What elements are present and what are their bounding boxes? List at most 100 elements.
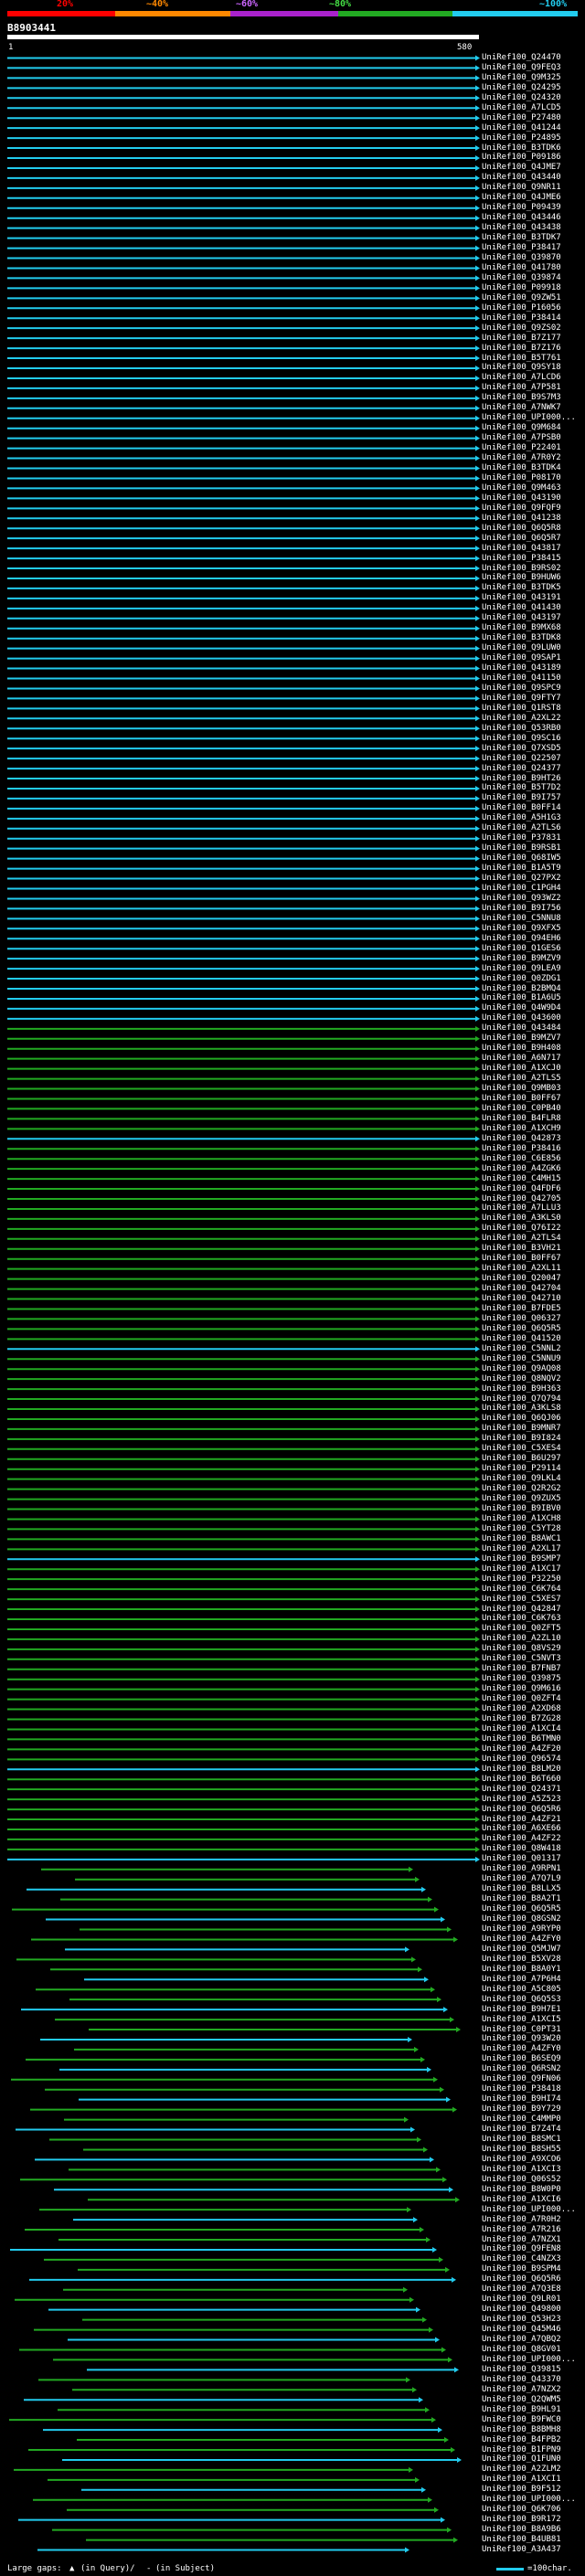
hit-label[interactable]: UniRef100_P16056 — [482, 303, 561, 313]
hit-label[interactable]: UniRef100_Q41150 — [482, 674, 561, 683]
hit-label[interactable]: UniRef100_A7NWK7 — [482, 404, 561, 412]
hit-label[interactable]: UniRef100_A2TLS6 — [482, 824, 561, 832]
hit-label[interactable]: UniRef100_B3TDK7 — [482, 234, 561, 242]
hit-label[interactable]: UniRef100_A9XCO6 — [482, 2155, 561, 2164]
hit-label[interactable]: UniRef100_A4ZF22 — [482, 1835, 561, 1843]
hit-label[interactable]: UniRef100_Q6Q5R7 — [482, 534, 561, 543]
hit-label[interactable]: UniRef100_P29114 — [482, 1465, 561, 1473]
hit-label[interactable]: UniRef100_A7R0Y2 — [482, 454, 561, 462]
hit-label[interactable]: UniRef100_Q7XSD5 — [482, 744, 561, 753]
hit-label[interactable]: UniRef100_B9HL91 — [482, 2405, 561, 2414]
hit-label[interactable]: UniRef100_Q4JME6 — [482, 194, 561, 202]
hit-label[interactable]: UniRef100_Q43440 — [482, 174, 561, 182]
hit-label[interactable]: UniRef100_Q5MJW7 — [482, 1945, 561, 1954]
hit-label[interactable]: UniRef100_C4MMP0 — [482, 2115, 561, 2124]
hit-label[interactable]: UniRef100_Q43438 — [482, 224, 561, 232]
hit-label[interactable]: UniRef100_UPI000... — [482, 2205, 576, 2214]
hit-label[interactable]: UniRef100_B7Z177 — [482, 334, 561, 343]
hit-label[interactable]: UniRef100_B3TDK8 — [482, 634, 561, 642]
hit-label[interactable]: UniRef100_C0PT31 — [482, 2025, 561, 2034]
hit-label[interactable]: UniRef100_Q24371 — [482, 1785, 561, 1794]
hit-label[interactable]: UniRef100_A4ZF20 — [482, 1744, 561, 1754]
hit-label[interactable]: UniRef100_Q6Q5R8 — [482, 524, 561, 533]
hit-label[interactable]: UniRef100_A2ZL10 — [482, 1635, 561, 1643]
hit-label[interactable]: UniRef100_Q22507 — [482, 754, 561, 763]
hit-label[interactable]: UniRef100_Q24320 — [482, 93, 561, 102]
hit-label[interactable]: UniRef100_Q6Q5R6 — [482, 1805, 561, 1814]
hit-label[interactable]: UniRef100_Q9LKL4 — [482, 1475, 561, 1483]
hit-label[interactable]: UniRef100_Q42847 — [482, 1605, 561, 1614]
hit-label[interactable]: UniRef100_Q24377 — [482, 764, 561, 773]
hit-label[interactable]: UniRef100_Q9FN06 — [482, 2075, 561, 2083]
hit-label[interactable]: UniRef100_Q8NQV2 — [482, 1374, 561, 1383]
hit-label[interactable]: UniRef100_B8AWC1 — [482, 1534, 561, 1543]
hit-label[interactable]: UniRef100_A1XCH9 — [482, 1124, 561, 1133]
hit-label[interactable]: UniRef100_B7FNB7 — [482, 1665, 561, 1673]
hit-label[interactable]: UniRef100_UPI000... — [482, 2355, 576, 2364]
hit-label[interactable]: UniRef100_Q93WZ2 — [482, 894, 561, 903]
hit-label[interactable]: UniRef100_A7R216 — [482, 2225, 561, 2234]
hit-label[interactable]: UniRef100_Q9NR11 — [482, 184, 561, 192]
hit-label[interactable]: UniRef100_A2ZLM2 — [482, 2465, 561, 2474]
hit-label[interactable]: UniRef100_Q43817 — [482, 544, 561, 553]
hit-label[interactable]: UniRef100_A7PSB0 — [482, 434, 561, 442]
hit-label[interactable]: UniRef100_B9I756 — [482, 904, 561, 913]
hit-label[interactable]: UniRef100_C5NVT3 — [482, 1655, 561, 1663]
hit-label[interactable]: UniRef100_C5YT28 — [482, 1524, 561, 1533]
hit-label[interactable]: UniRef100_B5T7D2 — [482, 784, 561, 792]
hit-label[interactable]: UniRef100_Q0ZDG1 — [482, 974, 561, 983]
hit-label[interactable]: UniRef100_B9MX68 — [482, 624, 561, 632]
hit-label[interactable]: UniRef100_P38415 — [482, 554, 561, 563]
hit-label[interactable]: UniRef100_B9RSB1 — [482, 844, 561, 853]
hit-label[interactable]: UniRef100_Q43446 — [482, 214, 561, 222]
hit-label[interactable]: UniRef100_A6XE66 — [482, 1825, 561, 1833]
hit-label[interactable]: UniRef100_UPI000... — [482, 2496, 576, 2504]
hit-label[interactable]: UniRef100_Q42705 — [482, 1194, 561, 1203]
hit-label[interactable]: UniRef100_B9MNR7 — [482, 1425, 561, 1433]
hit-label[interactable]: UniRef100_Q94EH6 — [482, 934, 561, 943]
hit-label[interactable]: UniRef100_A7P581 — [482, 384, 561, 392]
hit-label[interactable]: UniRef100_P27480 — [482, 113, 561, 122]
hit-label[interactable]: UniRef100_Q9FQF9 — [482, 504, 561, 513]
hit-label[interactable]: UniRef100_Q8W418 — [482, 1845, 561, 1853]
hit-label[interactable]: UniRef100_C6E856 — [482, 1154, 561, 1163]
hit-label[interactable]: UniRef100_B5T761 — [482, 354, 561, 363]
hit-label[interactable]: UniRef100_Q8VS29 — [482, 1645, 561, 1653]
hit-label[interactable]: UniRef100_B9HUW6 — [482, 574, 561, 582]
hit-label[interactable]: UniRef100_B5XV28 — [482, 1955, 561, 1964]
hit-label[interactable]: UniRef100_A7NZX2 — [482, 2385, 561, 2394]
hit-label[interactable]: UniRef100_C5XES4 — [482, 1445, 561, 1453]
hit-label[interactable]: UniRef100_B0FF67 — [482, 1255, 561, 1263]
hit-label[interactable]: UniRef100_B9H408 — [482, 1044, 561, 1053]
hit-label[interactable]: UniRef100_Q4JME7 — [482, 164, 561, 172]
hit-label[interactable]: UniRef100_Q9LUW0 — [482, 644, 561, 652]
hit-label[interactable]: UniRef100_P32250 — [482, 1574, 561, 1584]
hit-label[interactable]: UniRef100_B9MZV7 — [482, 1034, 561, 1043]
hit-label[interactable]: UniRef100_A3KLS8 — [482, 1405, 561, 1413]
hit-label[interactable]: UniRef100_C5NNU9 — [482, 1354, 561, 1363]
hit-label[interactable]: UniRef100_Q0ZFT5 — [482, 1625, 561, 1633]
hit-label[interactable]: UniRef100_A7LLU3 — [482, 1204, 561, 1213]
hit-label[interactable]: UniRef100_B9I824 — [482, 1435, 561, 1443]
hit-label[interactable]: UniRef100_A7Q3E8 — [482, 2285, 561, 2294]
hit-label[interactable]: UniRef100_Q9M463 — [482, 483, 561, 493]
hit-label[interactable]: UniRef100_B1FPN9 — [482, 2445, 561, 2454]
hit-label[interactable]: UniRef100_Q9XFX5 — [482, 924, 561, 933]
hit-label[interactable]: UniRef100_A4ZF21 — [482, 1815, 561, 1824]
hit-label[interactable]: UniRef100_Q43484 — [482, 1024, 561, 1033]
hit-label[interactable]: UniRef100_B1A6U5 — [482, 994, 561, 1002]
hit-label[interactable]: UniRef100_Q6Q5R5 — [482, 1905, 561, 1913]
hit-label[interactable]: UniRef100_Q43190 — [482, 493, 561, 503]
hit-label[interactable]: UniRef100_A2XL17 — [482, 1544, 561, 1553]
hit-label[interactable]: UniRef100_A9RYP0 — [482, 1925, 561, 1934]
hit-label[interactable]: UniRef100_A2TLS4 — [482, 1235, 561, 1243]
hit-label[interactable]: UniRef100_Q7Q794 — [482, 1394, 561, 1404]
hit-label[interactable]: UniRef100_C1PGH4 — [482, 884, 561, 893]
hit-label[interactable]: UniRef100_B9F512 — [482, 2486, 561, 2494]
hit-label[interactable]: UniRef100_Q9LR01 — [482, 2295, 561, 2304]
hit-label[interactable]: UniRef100_Q9SY18 — [482, 364, 561, 372]
hit-label[interactable]: UniRef100_P09918 — [482, 283, 561, 292]
hit-label[interactable]: UniRef100_A7P6H4 — [482, 1975, 561, 1984]
hit-label[interactable]: UniRef100_Q9ZS02 — [482, 323, 561, 333]
hit-label[interactable]: UniRef100_P38416 — [482, 1144, 561, 1153]
